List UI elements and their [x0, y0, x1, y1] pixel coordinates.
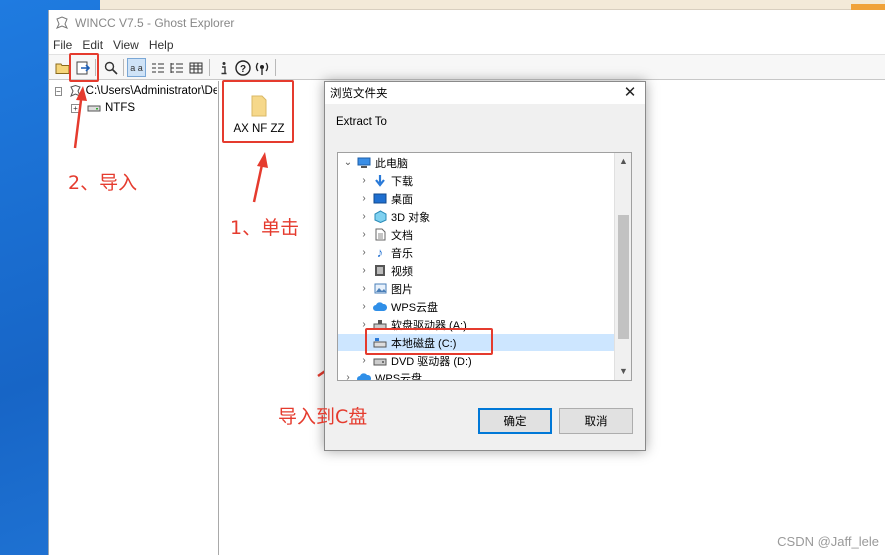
menu-bar: File Edit View Help	[49, 36, 885, 54]
tree-item-downloads[interactable]: › 下载	[338, 172, 614, 189]
file-item-highlight	[222, 80, 294, 143]
tree-root-node[interactable]: − C:\Users\Administrator\De	[55, 83, 217, 99]
info-icon[interactable]	[214, 58, 233, 77]
list-view-icon[interactable]	[167, 58, 186, 77]
folder-tree-pane: − C:\Users\Administrator\De + NTFS	[49, 81, 219, 555]
tree-item-pictures[interactable]: › 图片	[338, 280, 614, 297]
menu-help[interactable]: Help	[149, 38, 174, 52]
scroll-thumb[interactable]	[618, 215, 629, 339]
scroll-down-icon[interactable]: ▼	[615, 363, 631, 380]
cloud-icon	[357, 371, 371, 380]
dvd-drive-icon	[373, 354, 387, 367]
download-icon	[373, 174, 387, 187]
menu-view[interactable]: View	[113, 38, 139, 52]
scroll-up-icon[interactable]: ▲	[615, 153, 631, 170]
chevron-right-icon[interactable]: ›	[358, 247, 370, 258]
browse-folder-dialog: 浏览文件夹 ✕ Extract To ⌄ 此电脑 › 下载 › 桌面 › 3D …	[324, 81, 646, 451]
cube-icon	[373, 210, 387, 223]
tree-node-label: NTFS	[105, 102, 136, 114]
chevron-down-icon[interactable]: ⌄	[342, 157, 354, 168]
details-view-icon[interactable]	[186, 58, 205, 77]
window-title: WINCC V7.5 - Ghost Explorer	[75, 16, 235, 30]
video-icon	[373, 264, 387, 277]
chevron-right-icon[interactable]: ›	[358, 229, 370, 240]
expand-icon[interactable]: +	[71, 103, 80, 113]
menu-file[interactable]: File	[53, 38, 72, 52]
cancel-button[interactable]: 取消	[559, 408, 633, 434]
chevron-right-icon[interactable]: ›	[358, 175, 370, 186]
toolbar: a a ?	[49, 54, 885, 80]
dialog-titlebar: 浏览文件夹 ✕	[325, 82, 645, 104]
menu-edit[interactable]: Edit	[82, 38, 103, 52]
tree-node-ntfs[interactable]: + NTFS	[71, 100, 211, 116]
chevron-right-icon[interactable]: ›	[358, 265, 370, 276]
tree-item-3d-objects[interactable]: › 3D 对象	[338, 208, 614, 225]
annotation-step1: 1、单击	[230, 217, 300, 239]
computer-icon	[357, 156, 371, 169]
collapse-icon[interactable]: −	[55, 86, 62, 96]
vertical-scrollbar[interactable]: ▲ ▼	[614, 153, 631, 380]
large-icons-icon[interactable]: a a	[127, 58, 146, 77]
help-icon[interactable]: ?	[233, 58, 252, 77]
chevron-right-icon[interactable]: ›	[358, 193, 370, 204]
picture-icon	[373, 282, 387, 295]
desktop-icon	[373, 192, 387, 205]
tree-item-desktop[interactable]: › 桌面	[338, 190, 614, 207]
app-icon	[55, 16, 69, 30]
chevron-right-icon[interactable]: ›	[358, 211, 370, 222]
broadcast-icon[interactable]	[252, 58, 271, 77]
chevron-right-icon[interactable]: ›	[342, 372, 354, 380]
cloud-icon	[373, 300, 387, 313]
local-disk-highlight	[365, 328, 493, 355]
close-icon[interactable]: ✕	[621, 84, 639, 102]
document-icon	[373, 228, 387, 241]
ok-button[interactable]: 确定	[478, 408, 552, 434]
import-button-highlight	[69, 53, 99, 82]
chevron-right-icon[interactable]: ›	[358, 301, 370, 312]
search-icon[interactable]	[101, 58, 120, 77]
tree-item-wps-cloud[interactable]: › WPS云盘	[338, 298, 614, 315]
dialog-subtitle: Extract To	[336, 116, 387, 128]
annotation-target: 导入到C盘	[278, 406, 368, 428]
chevron-right-icon[interactable]: ›	[358, 283, 370, 294]
annotation-step2: 2、导入	[68, 172, 138, 194]
tree-item-music[interactable]: › ♪ 音乐	[338, 244, 614, 261]
background-window-strip	[100, 0, 885, 10]
tree-item-documents[interactable]: › 文档	[338, 226, 614, 243]
svg-text:?: ?	[239, 64, 245, 75]
window-titlebar: WINCC V7.5 - Ghost Explorer	[49, 10, 885, 36]
tree-item-wps-cloud-root[interactable]: › WPS云盘	[338, 369, 614, 380]
music-icon: ♪	[376, 245, 384, 260]
ghost-file-icon	[69, 85, 82, 98]
watermark: CSDN @Jaff_lele	[777, 534, 879, 549]
drive-icon	[87, 102, 101, 115]
tree-item-videos[interactable]: › 视频	[338, 262, 614, 279]
tree-root-path: C:\Users\Administrator\De	[85, 85, 217, 97]
tree-item-this-pc[interactable]: ⌄ 此电脑	[338, 154, 614, 171]
chevron-right-icon[interactable]: ›	[358, 355, 370, 366]
dialog-title: 浏览文件夹	[330, 88, 388, 100]
small-icons-icon[interactable]	[148, 58, 167, 77]
